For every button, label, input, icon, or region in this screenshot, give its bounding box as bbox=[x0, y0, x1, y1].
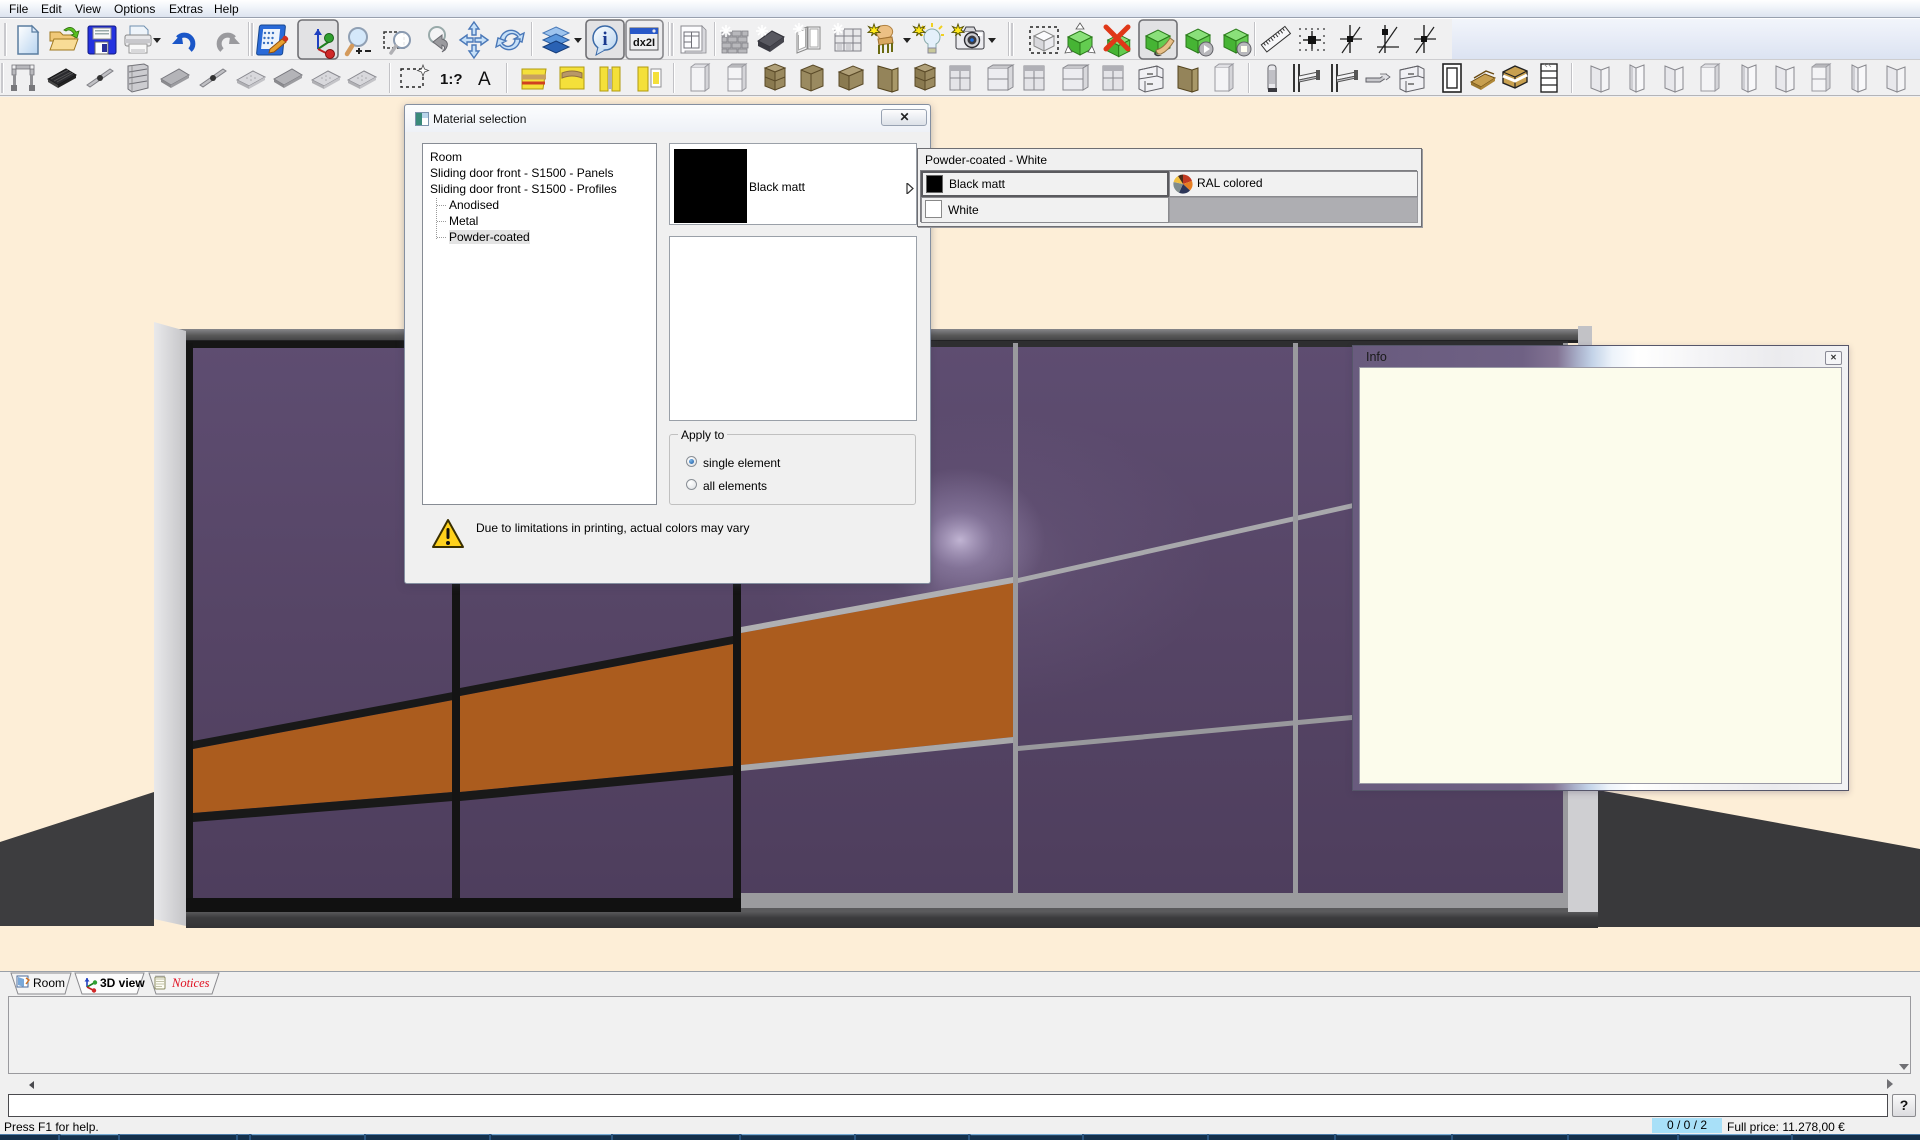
svg-text:Room: Room bbox=[33, 976, 65, 990]
svg-text:1:?: 1:? bbox=[440, 71, 463, 88]
svg-text:A: A bbox=[478, 69, 491, 90]
svg-text:Notices: Notices bbox=[171, 976, 210, 990]
svg-text:3D view: 3D view bbox=[100, 976, 145, 990]
